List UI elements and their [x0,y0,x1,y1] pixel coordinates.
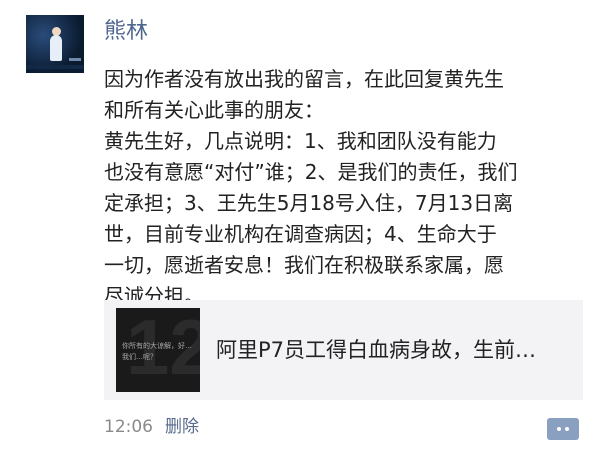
shared-article-thumbnail: 123 你所有的大谅解，好… 我们…呢？ [116,308,200,392]
comment-dots-icon [557,427,561,431]
shared-article-card[interactable]: 123 你所有的大谅解，好… 我们…呢？ 阿里P7员工得白血病身故，生前… [104,300,583,400]
thumbnail-caption-line: 你所有的大谅解，好… [122,342,192,350]
post-line: 也没有意愿“对付”谁；2、是我们的责任，我们 [104,160,518,184]
post-text: 因为作者没有放出我的留言，在此回复黄先生 和所有关心此事的朋友： 黄先生好，几点… [104,64,592,312]
avatar-person-body [50,35,62,61]
avatar-stage [26,65,84,69]
post-line: 因为作者没有放出我的留言，在此回复黄先生 [104,67,504,91]
author-name[interactable]: 熊林 [104,18,148,46]
delete-link[interactable]: 删除 [165,415,199,439]
post-line: 黄先生好，几点说明：1、我和团队没有能力 [104,129,497,153]
post-line: 世，目前专业机构在调查病因；4、生命大于 [104,222,497,246]
thumbnail-caption-line: 我们…呢？ [122,353,157,361]
avatar[interactable] [26,15,84,73]
post-line: 和所有关心此事的朋友： [104,98,324,122]
post-line: 定承担；3、王先生5月18号入住，7月13日离 [104,191,514,215]
comment-dots-icon [565,427,569,431]
comment-button[interactable] [547,418,579,440]
avatar-stage-sign [69,58,81,61]
shared-article-title: 阿里P7员工得白血病身故，生前… [216,338,537,362]
post-line: 一切，愿逝者安息！我们在积极联系家属，愿 [104,253,504,277]
post-timestamp: 12:06 [104,417,153,437]
